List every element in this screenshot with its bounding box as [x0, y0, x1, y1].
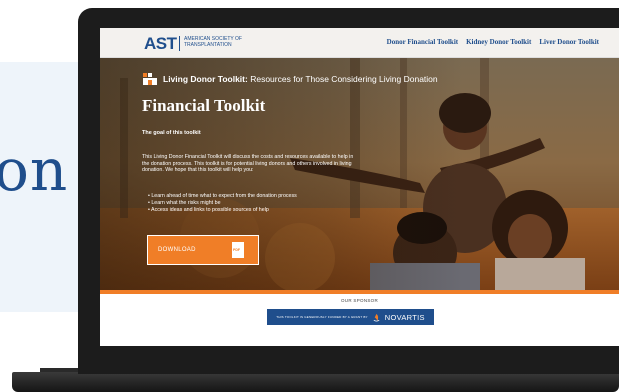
novartis-flame-icon: [373, 313, 380, 321]
toolkit-house-icon: [143, 73, 157, 85]
download-button[interactable]: DOWNLOAD PDF: [147, 235, 259, 265]
site-logo[interactable]: AST: [144, 34, 177, 54]
laptop-base: [12, 372, 619, 392]
laptop-screen: AST AMERICAN SOCIETY OF TRANSPLANTATION …: [100, 28, 619, 346]
pdf-icon: PDF: [232, 242, 244, 258]
hero-section: Living Donor Toolkit: Resources for Thos…: [100, 58, 619, 290]
logo-divider: [179, 36, 180, 51]
toolkit-brand-title: Living Donor Toolkit: Resources for Thos…: [163, 74, 438, 84]
nav-donor-financial-toolkit[interactable]: Donor Financial Toolkit: [387, 38, 458, 46]
nav-kidney-donor-toolkit[interactable]: Kidney Donor Toolkit: [466, 38, 531, 46]
sponsor-banner-text: THIS TOOLKIT IS GENEROUSLY FUNDED BY A G…: [276, 315, 368, 319]
page-title: Financial Toolkit: [142, 96, 266, 115]
site-logo-subtitle: AMERICAN SOCIETY OF TRANSPLANTATION: [184, 36, 242, 48]
list-item: Learn ahead of time what to expect from …: [148, 193, 296, 200]
background-headline-fragment: on: [0, 136, 69, 204]
screenshot-stage: on AST AMERICAN SOCIETY OF TRANSPLANTATI…: [0, 0, 619, 392]
nav-liver-donor-toolkit[interactable]: Liver Donor Toolkit: [539, 38, 599, 46]
sponsor-banner[interactable]: THIS TOOLKIT IS GENEROUSLY FUNDED BY A G…: [267, 309, 434, 325]
sponsor-label: OUR SPONSOR: [340, 298, 379, 303]
novartis-wordmark: NOVARTIS: [384, 312, 425, 322]
site-header: AST AMERICAN SOCIETY OF TRANSPLANTATION …: [100, 28, 619, 58]
intro-paragraph: This Living Donor Financial Toolkit will…: [142, 154, 354, 174]
toolkit-brand: Living Donor Toolkit: Resources for Thos…: [142, 72, 438, 86]
pdf-icon-label: PDF: [233, 248, 240, 252]
sponsor-section: OUR SPONSOR THIS TOOLKIT IS GENEROUSLY F…: [100, 294, 619, 346]
toolkit-brand-bold: Living Donor Toolkit:: [163, 74, 248, 84]
main-nav: Donor Financial Toolkit Kidney Donor Too…: [387, 38, 599, 46]
toolkit-brand-rest: Resources for Those Considering Living D…: [247, 74, 438, 84]
goal-heading: The goal of this toolkit: [142, 130, 201, 136]
download-label: DOWNLOAD: [158, 247, 196, 253]
list-item: Learn what the risks might be: [148, 200, 297, 207]
goal-list: Learn ahead of time what to expect from …: [148, 193, 297, 213]
list-item: Access ideas and links to possible sourc…: [148, 207, 297, 214]
